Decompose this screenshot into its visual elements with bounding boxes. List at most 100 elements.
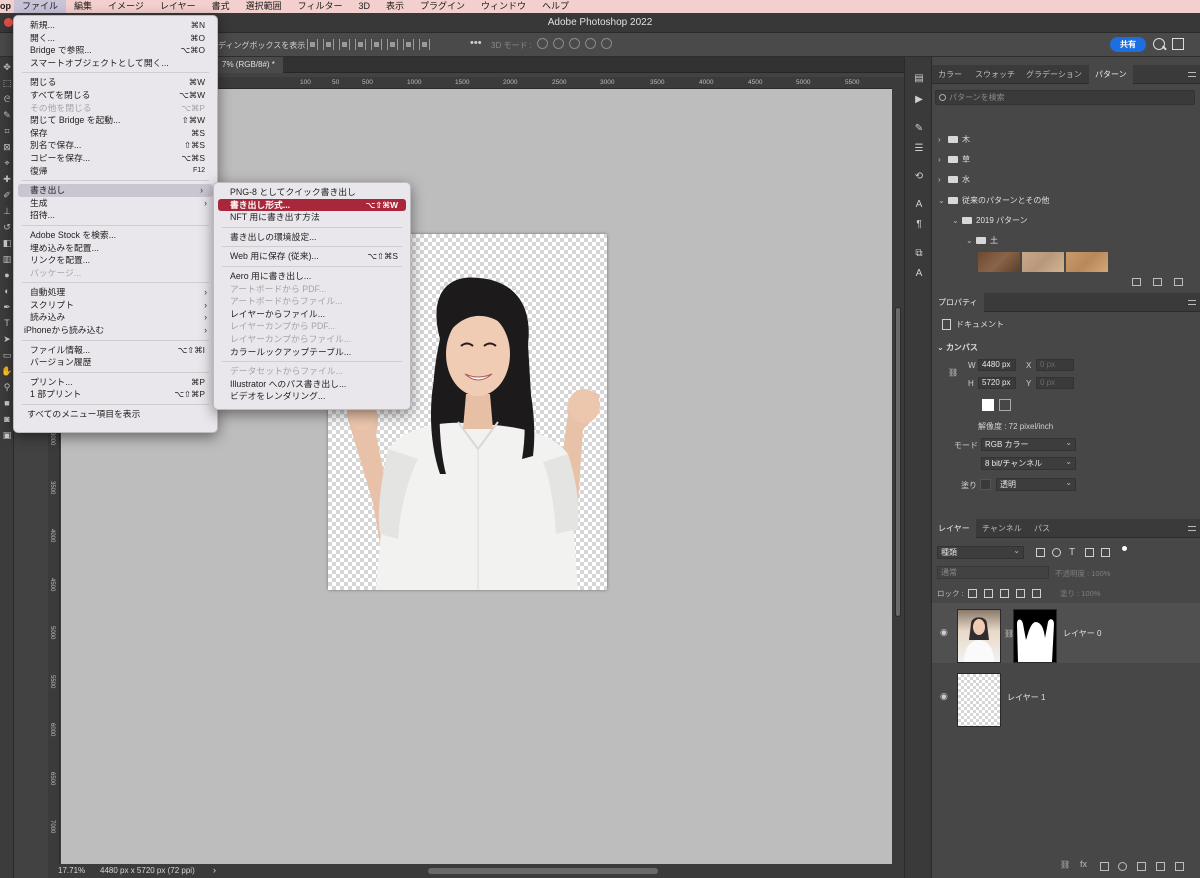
color-mode-select[interactable]: RGB カラー — [981, 437, 1076, 451]
layer-style-icon[interactable]: fx — [1080, 859, 1089, 869]
align-vcenter-icon[interactable] — [387, 39, 398, 50]
menu-item-place-linked[interactable]: リンクを配置... — [14, 254, 217, 267]
menu-item-export-prefs[interactable]: 書き出しの環境設定... — [214, 231, 410, 244]
menu-item-new[interactable]: 新規... ⌘N — [14, 19, 217, 32]
filter-shape-icon[interactable] — [1085, 548, 1094, 557]
menu-item-generate[interactable]: 生成 › — [14, 197, 217, 210]
menu-item-version-history[interactable]: バージョン履歴 — [14, 356, 217, 369]
menu-item-import[interactable]: 読み込み › — [14, 311, 217, 324]
menu-item-close[interactable]: 閉じる ⌘W — [14, 76, 217, 89]
menu-item-export[interactable]: 書き出し › — [18, 184, 213, 197]
menu-view[interactable]: 表示 — [378, 0, 412, 13]
actions-panel-icon[interactable]: ▶ — [913, 94, 925, 106]
pattern-folder-wood[interactable]: › 木 — [938, 131, 970, 147]
layer-mask-thumbnail[interactable] — [1013, 609, 1057, 663]
zoom-level[interactable]: 17.71% — [58, 866, 85, 875]
hand-tool-icon[interactable]: ✋ — [1, 365, 13, 377]
menu-layer[interactable]: レイヤー — [152, 0, 204, 13]
lock-all-icon[interactable] — [1032, 589, 1041, 598]
lock-position-icon[interactable] — [1000, 589, 1009, 598]
dodge-tool-icon[interactable]: ◐ — [1, 285, 13, 297]
portrait-orientation-icon[interactable] — [982, 399, 994, 411]
menu-type[interactable]: 書式 — [204, 0, 238, 13]
quickmask-icon[interactable]: ◙ — [1, 413, 13, 425]
color-swatch-icon[interactable]: ■ — [1, 397, 13, 409]
zoom-tool-icon[interactable]: ⚲ — [1, 381, 13, 393]
filter-smart-object-icon[interactable] — [1101, 548, 1110, 557]
pattern-folder-soil[interactable]: ⌄ 土 — [966, 232, 998, 248]
menu-item-open[interactable]: 開く... ⌘O — [14, 32, 217, 45]
menu-item-browse-bridge[interactable]: Bridge で参照... ⌥⌘O — [14, 44, 217, 57]
pen-tool-icon[interactable]: ✒ — [1, 301, 13, 313]
pattern-folder-grass[interactable]: › 草 — [938, 151, 970, 167]
eye-icon[interactable]: ◉ — [940, 627, 948, 638]
menu-edit[interactable]: 編集 — [66, 0, 100, 13]
status-menu-chevron-icon[interactable]: › — [213, 865, 216, 875]
trash-icon[interactable] — [1175, 862, 1184, 871]
menu-item-file-info[interactable]: ファイル情報... ⌥⇧⌘I — [14, 344, 217, 357]
canvas-section-header[interactable]: ⌄ カンバス — [937, 342, 978, 353]
align-hcenter-icon[interactable] — [323, 39, 334, 50]
fill-select[interactable]: 透明 — [996, 477, 1076, 491]
move-tool-icon[interactable]: ✥ — [1, 61, 13, 73]
menu-item-show-all[interactable]: すべてのメニュー項目を表示 — [14, 408, 217, 421]
menu-item-import-iphone[interactable]: iPhoneから読み込む › — [14, 324, 217, 337]
menu-item-scripts[interactable]: スクリプト › — [14, 299, 217, 312]
drag-3d-icon[interactable] — [569, 38, 580, 49]
history-brush-icon[interactable]: ↺ — [1, 221, 13, 233]
pattern-folder-water[interactable]: › 水 — [938, 171, 970, 187]
menu-item-paths-illustrator[interactable]: Illustrator へのパス書き出し... — [214, 378, 410, 391]
menu-item-revert[interactable]: 復帰 F12 — [14, 165, 217, 178]
fill-swatch-icon[interactable] — [980, 479, 991, 490]
paragraph-panel-icon[interactable]: ¶ — [913, 219, 925, 231]
tab-swatches[interactable]: スウォッチ — [969, 65, 1021, 84]
align-right-icon[interactable] — [339, 39, 350, 50]
width-field[interactable]: 4480 px — [978, 359, 1016, 371]
menu-item-export-as[interactable]: 書き出し形式... ⌥⇧⌘W — [218, 198, 406, 212]
menu-window[interactable]: ウィンドウ — [473, 0, 534, 13]
pattern-swatch[interactable] — [978, 252, 1020, 272]
healing-tool-icon[interactable]: ✚ — [1, 173, 13, 185]
quick-select-tool-icon[interactable]: ✎ — [1, 109, 13, 121]
menu-item-export-nft[interactable]: NFT 用に書き出す方法 — [214, 211, 410, 224]
new-group-icon[interactable] — [1137, 862, 1146, 871]
tab-patterns[interactable]: パターン — [1089, 65, 1133, 84]
tab-channels[interactable]: チャンネル — [976, 519, 1028, 538]
menu-item-print-one[interactable]: 1 部プリント ⌥⇧⌘P — [14, 388, 217, 401]
pattern-swatch[interactable] — [1022, 252, 1064, 272]
eye-icon[interactable]: ◉ — [940, 691, 948, 702]
panel-menu-icon[interactable] — [1188, 300, 1196, 305]
x-field[interactable]: 0 px — [1036, 359, 1074, 371]
shape-tool-icon[interactable]: ▭ — [1, 349, 13, 361]
menu-item-color-lookup[interactable]: カラールックアップテーブル... — [214, 346, 410, 359]
layer-row[interactable]: ◉ レイヤー 1 — [932, 667, 1200, 727]
eraser-tool-icon[interactable]: ◧ — [1, 237, 13, 249]
menu-item-search-stock[interactable]: Adobe Stock を検索... — [14, 229, 217, 242]
search-icon[interactable] — [1153, 38, 1165, 50]
new-layer-icon[interactable] — [1156, 862, 1165, 871]
adjustment-layer-icon[interactable] — [1118, 862, 1127, 871]
new-group-icon[interactable] — [1132, 278, 1141, 286]
menu-item-automate[interactable]: 自動処理 › — [14, 286, 217, 299]
menu-item-invite[interactable]: 招待... — [14, 209, 217, 222]
orbit-3d-icon[interactable] — [537, 38, 548, 49]
menu-item-render-video[interactable]: ビデオをレンダリング... — [214, 390, 410, 403]
tab-gradients[interactable]: グラデーション — [1020, 65, 1088, 84]
slide-3d-icon[interactable] — [585, 38, 596, 49]
menu-item-export-aero[interactable]: Aero 用に書き出し... — [214, 270, 410, 283]
trash-icon[interactable] — [1174, 278, 1183, 286]
lasso-tool-icon[interactable]: ᘓ — [1, 93, 13, 105]
roll-3d-icon[interactable] — [553, 38, 564, 49]
canvas-vertical-scrollbar[interactable] — [892, 77, 904, 864]
brush-settings-icon[interactable]: ✎ — [913, 123, 925, 135]
brush-tool-icon[interactable]: ✐ — [1, 189, 13, 201]
lock-transparent-icon[interactable] — [968, 589, 977, 598]
align-bottom-icon[interactable] — [403, 39, 414, 50]
menu-item-layers-to-files[interactable]: レイヤーからファイル... — [214, 308, 410, 321]
opacity-field[interactable]: 不透明度 : 100% — [1055, 568, 1110, 579]
height-field[interactable]: 5720 px — [978, 377, 1016, 389]
menu-select[interactable]: 選択範囲 — [238, 0, 290, 13]
canvas-horizontal-scrollbar[interactable] — [428, 868, 658, 874]
menu-item-close-all[interactable]: すべてを閉じる ⌥⌘W — [14, 89, 217, 102]
menu-item-print[interactable]: プリント... ⌘P — [14, 376, 217, 389]
